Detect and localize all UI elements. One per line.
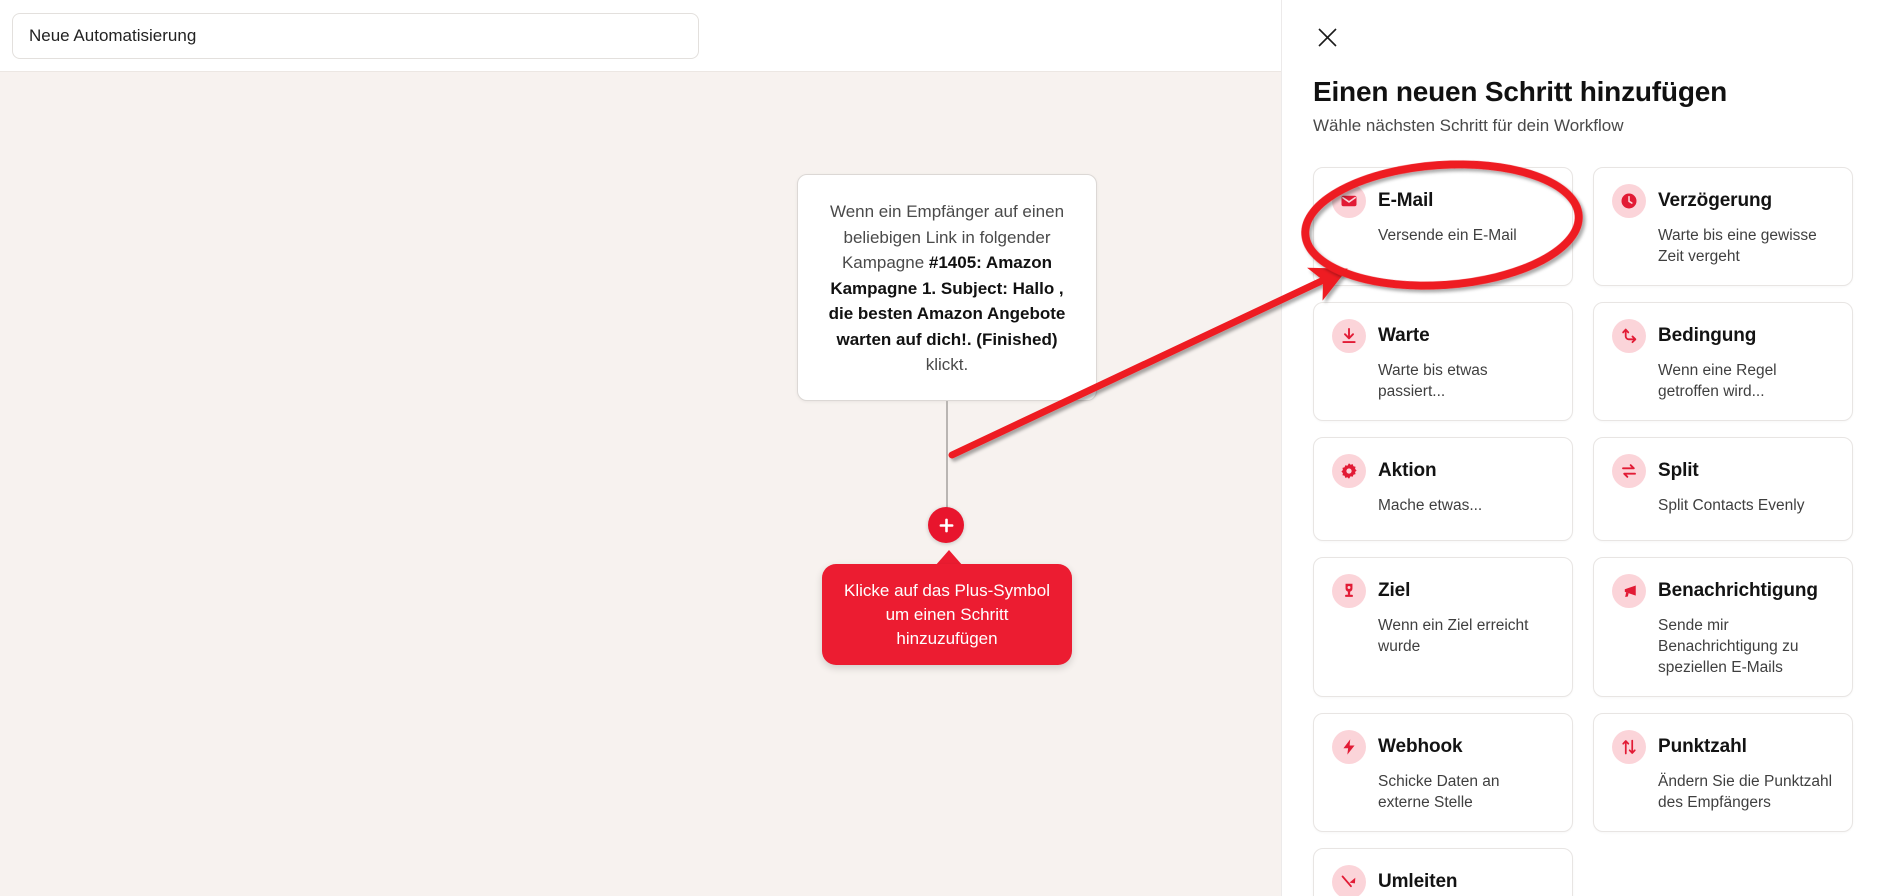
trigger-text-suffix: klickt. xyxy=(925,355,969,374)
card-title: E-Mail xyxy=(1378,190,1434,211)
card-title: Warte xyxy=(1378,325,1430,346)
card-title: Verzögerung xyxy=(1658,190,1772,211)
card-description: Split Contacts Evenly xyxy=(1658,497,1805,514)
card-description: Warte bis etwas passiert... xyxy=(1378,362,1488,400)
step-card-punktzahl[interactable]: Punktzahl Ändern Sie die Punktzahl des Em… xyxy=(1593,713,1853,832)
swap-arrows-icon xyxy=(1612,454,1646,488)
card-head: Ziel xyxy=(1332,574,1554,608)
callout-bubble: Klicke auf das Plus-Symbol um einen Schr… xyxy=(822,564,1072,665)
up-down-arrows-icon xyxy=(1612,730,1646,764)
envelope-icon xyxy=(1341,195,1357,207)
panel-title: Einen neuen Schritt hinzufügen xyxy=(1313,76,1728,107)
step-card-webhook[interactable]: Webhook Schicke Daten an externe Stelle xyxy=(1313,713,1573,832)
up-down-arrows-icon xyxy=(1622,739,1636,755)
card-description: Ändern Sie die Punktzahl des Empfängers xyxy=(1658,773,1833,811)
download-icon xyxy=(1332,319,1366,353)
close-icon[interactable] xyxy=(1312,22,1342,52)
card-title: Split xyxy=(1658,460,1699,481)
panel-subtitle: Wähle nächsten Schritt für dein Workflow xyxy=(1313,116,1624,135)
bolt-icon xyxy=(1343,739,1355,755)
add-step-plus-button[interactable] xyxy=(928,507,964,543)
card-head: Benachrichtigung xyxy=(1612,574,1834,608)
automation-builder-page: Wenn ein Empfänger auf einen beliebigen … xyxy=(0,0,1883,896)
card-head: Split xyxy=(1612,454,1834,488)
card-title: Benachrichtigung xyxy=(1658,580,1818,601)
bolt-icon xyxy=(1332,730,1366,764)
close-x-icon xyxy=(1317,27,1337,47)
envelope-icon xyxy=(1332,184,1366,218)
card-head: Umleiten xyxy=(1332,865,1554,896)
step-card-aktion[interactable]: Aktion Mache etwas... xyxy=(1313,437,1573,541)
card-title: Webhook xyxy=(1378,736,1463,757)
workflow-canvas[interactable]: Wenn ein Empfänger auf einen beliebigen … xyxy=(0,72,1281,896)
branch-icon xyxy=(1612,319,1646,353)
step-card-ziel[interactable]: Ziel Wenn ein Ziel erreicht wurde xyxy=(1313,557,1573,697)
card-head: Aktion xyxy=(1332,454,1554,488)
card-description: Schicke Daten an externe Stelle xyxy=(1378,773,1500,811)
automation-editor: Wenn ein Empfänger auf einen beliebigen … xyxy=(0,0,1281,896)
node-connector-line xyxy=(946,401,948,516)
card-title: Ziel xyxy=(1378,580,1411,601)
card-description: Versende ein E-Mail xyxy=(1378,227,1517,244)
redirect-arrow-icon xyxy=(1332,865,1366,896)
trigger-node-text: Wenn ein Empfänger auf einen beliebigen … xyxy=(820,199,1074,378)
step-card-warte[interactable]: Warte Warte bis etwas passiert... xyxy=(1313,302,1573,421)
card-description: Wenn ein Ziel erreicht wurde xyxy=(1378,617,1529,655)
callout-text: Klicke auf das Plus-Symbol um einen Schr… xyxy=(844,580,1050,648)
card-head: Webhook xyxy=(1332,730,1554,764)
card-head: E-Mail xyxy=(1332,184,1554,218)
card-title: Aktion xyxy=(1378,460,1437,481)
step-card-verz-gerung[interactable]: Verzögerung Warte bis eine gewisse Zeit v… xyxy=(1593,167,1853,286)
card-head: Punktzahl xyxy=(1612,730,1834,764)
trophy-icon xyxy=(1345,583,1353,597)
automation-name-input[interactable] xyxy=(12,13,699,59)
trophy-icon xyxy=(1332,574,1366,608)
gear-icon xyxy=(1341,463,1357,479)
card-description: Sende mir Benachrichtigung zu speziellen… xyxy=(1658,617,1799,676)
card-head: Verzögerung xyxy=(1612,184,1834,218)
branch-icon xyxy=(1622,328,1637,344)
megaphone-icon xyxy=(1612,574,1646,608)
download-icon xyxy=(1342,327,1356,343)
card-description: Wenn eine Regel getroffen wird... xyxy=(1658,362,1777,400)
step-card-e-mail[interactable]: E-Mail Versende ein E-Mail xyxy=(1313,167,1573,286)
swap-arrows-icon xyxy=(1622,464,1636,478)
clock-icon xyxy=(1621,193,1637,209)
megaphone-icon xyxy=(1624,585,1636,597)
add-step-panel: Einen neuen Schritt hinzufügen Wähle näc… xyxy=(1281,0,1883,896)
clock-icon xyxy=(1612,184,1646,218)
card-title: Punktzahl xyxy=(1658,736,1747,757)
step-card-bedingung[interactable]: Bedingung Wenn eine Regel getroffen wird.… xyxy=(1593,302,1853,421)
redirect-arrow-icon xyxy=(1341,875,1356,888)
step-card-split[interactable]: Split Split Contacts Evenly xyxy=(1593,437,1853,541)
card-description: Warte bis eine gewisse Zeit vergeht xyxy=(1658,227,1817,265)
editor-topbar xyxy=(0,0,1281,72)
step-card-benachrichtigung[interactable]: Benachrichtigung Sende mir Benachrichtigu… xyxy=(1593,557,1853,697)
card-title: Bedingung xyxy=(1658,325,1757,346)
step-card-umleiten[interactable]: UmleitenSchicke Empfänger zum nächsten S… xyxy=(1313,848,1573,896)
card-head: Warte xyxy=(1332,319,1554,353)
card-title: Umleiten xyxy=(1378,871,1458,892)
card-description: Mache etwas... xyxy=(1378,497,1483,514)
step-type-grid: E-Mail Versende ein E-Mail Verzögerung Wart… xyxy=(1313,167,1853,896)
trigger-node[interactable]: Wenn ein Empfänger auf einen beliebigen … xyxy=(797,174,1097,401)
plus-icon xyxy=(939,518,953,532)
gear-icon xyxy=(1332,454,1366,488)
card-head: Bedingung xyxy=(1612,319,1834,353)
